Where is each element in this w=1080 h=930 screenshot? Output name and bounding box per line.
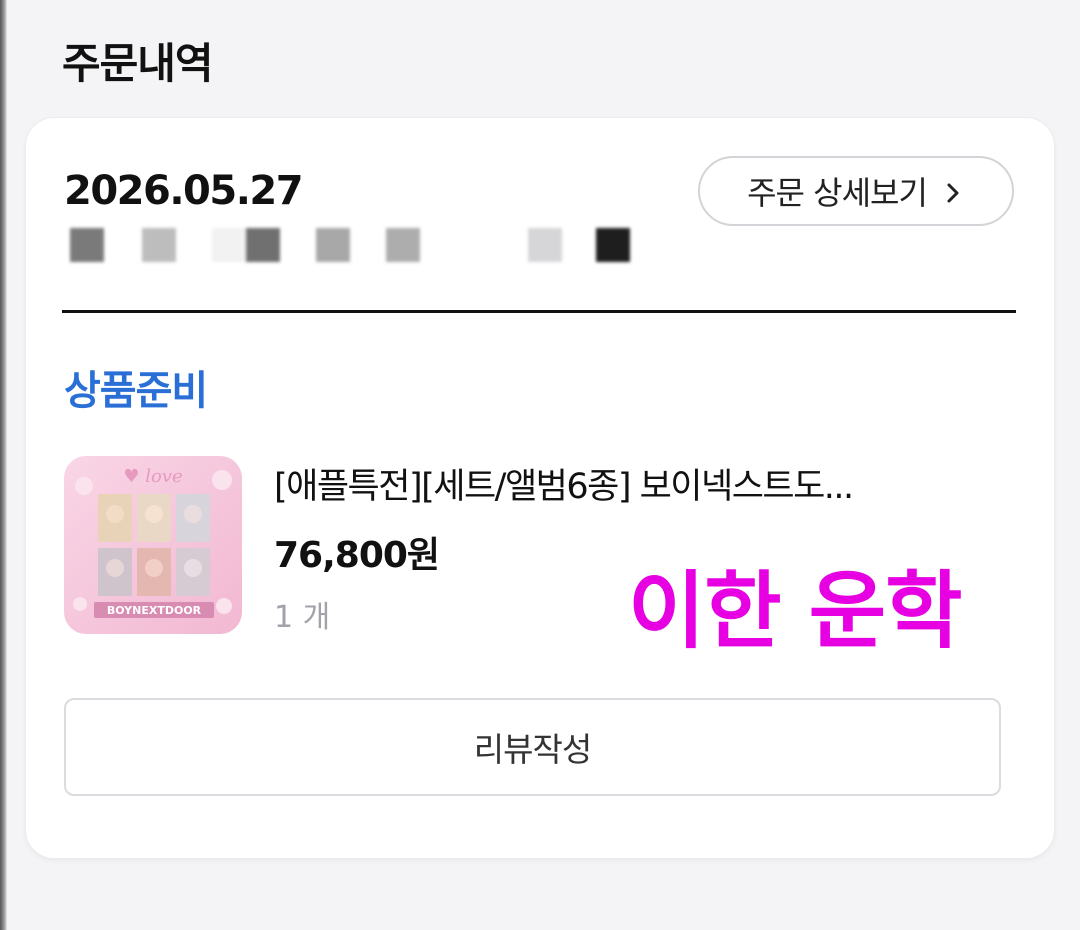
write-review-label: 리뷰작성 [473, 730, 592, 769]
censored-order-info [62, 218, 702, 272]
product-price: 76,800원 [274, 535, 440, 576]
order-detail-button[interactable]: 주문 상세보기 [698, 156, 1014, 226]
screen-edge [0, 0, 7, 930]
product-quantity: 1 개 [274, 600, 331, 635]
order-card: 2026.05.27 주문 상세보기 상품준비 ♥ love BOYNEXTDO… [26, 118, 1054, 858]
product-name[interactable]: [애플특전][세트/앨범6종] 보이넥스트도... [274, 458, 854, 509]
order-detail-label: 주문 상세보기 [747, 174, 928, 212]
section-divider [62, 310, 1016, 313]
chevron-right-icon [947, 183, 959, 203]
page-title: 주문내역 [62, 39, 214, 88]
write-review-button[interactable]: 리뷰작성 [64, 698, 1001, 796]
order-date: 2026.05.27 [64, 168, 304, 214]
thumbnail-title: BOYNEXTDOOR [107, 604, 202, 617]
overlay-caption: 이한 운학 [628, 562, 962, 660]
svg-text:♥ love: ♥ love [123, 466, 182, 487]
order-status: 상품준비 [64, 368, 208, 414]
product-thumbnail[interactable]: ♥ love BOYNEXTDOOR [64, 456, 242, 634]
